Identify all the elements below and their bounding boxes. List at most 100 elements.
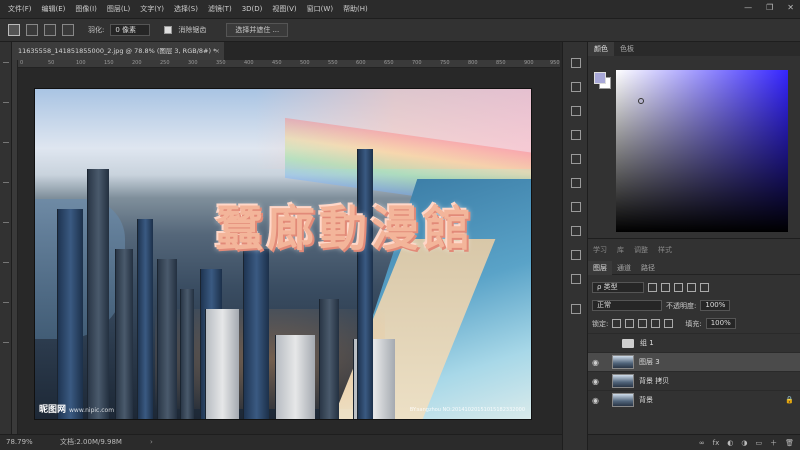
- menu-3d[interactable]: 3D(D): [242, 5, 263, 13]
- zoom-level[interactable]: 78.79%: [6, 438, 33, 446]
- tool-icon[interactable]: [3, 302, 9, 303]
- menu-view[interactable]: 视图(V): [272, 4, 296, 14]
- character-panel-icon[interactable]: [571, 58, 581, 68]
- lock-artboard-icon[interactable]: [651, 319, 661, 328]
- tab-adjustments[interactable]: 调整: [629, 245, 653, 255]
- ruler-label: 700: [412, 60, 422, 66]
- menu-image[interactable]: 图像(I): [75, 4, 97, 14]
- lock-image-icon[interactable]: [625, 319, 635, 328]
- tool-icon[interactable]: [3, 222, 9, 223]
- art-text-layer[interactable]: 蠶廊動漫館: [215, 189, 475, 259]
- tab-libraries[interactable]: 库: [612, 245, 629, 255]
- add-mask-icon[interactable]: ◐: [727, 439, 733, 447]
- canvas-area[interactable]: 蠶廊動漫館 昵图网 www.nipic.com BY:sangzhou NO:20…: [18, 68, 560, 434]
- layers-panel-footer: ∞ fx ◐ ◑ ▭ ＋ 🗑: [588, 434, 800, 450]
- layer-comps-icon[interactable]: [571, 250, 581, 260]
- menu-type[interactable]: 文字(Y): [140, 4, 164, 14]
- tool-icon[interactable]: [3, 182, 9, 183]
- status-menu-icon[interactable]: ›: [150, 435, 153, 450]
- ruler-label: 550: [328, 60, 338, 66]
- tab-styles[interactable]: 样式: [653, 245, 677, 255]
- building: [243, 249, 269, 419]
- kind-filter-select[interactable]: ρ 类型: [592, 282, 644, 293]
- building: [275, 335, 315, 419]
- building: [137, 219, 153, 419]
- play-action-icon[interactable]: [571, 304, 581, 314]
- properties-panel-icon[interactable]: [571, 106, 581, 116]
- color-picker-cursor[interactable]: [638, 98, 644, 104]
- swatches-panel-icon[interactable]: [571, 178, 581, 188]
- layer-row-background[interactable]: ◉ 背景 🔒: [588, 390, 800, 409]
- tool-icon[interactable]: [3, 102, 9, 103]
- new-selection-icon[interactable]: [8, 24, 20, 36]
- filter-type-icon[interactable]: [674, 283, 683, 292]
- menu-select[interactable]: 选择(S): [174, 4, 198, 14]
- new-group-icon[interactable]: ▭: [755, 439, 762, 447]
- lock-all-icon[interactable]: [664, 319, 674, 328]
- history-panel-icon[interactable]: [571, 130, 581, 140]
- antialias-checkbox[interactable]: [164, 26, 173, 34]
- layer-row-selected[interactable]: ◉ 图层 3: [588, 352, 800, 371]
- restore-button[interactable]: ❐: [766, 3, 773, 12]
- subtract-selection-icon[interactable]: [44, 24, 56, 36]
- eye-icon[interactable]: ◉: [592, 358, 604, 367]
- eye-icon[interactable]: ◉: [592, 377, 604, 386]
- filter-shape-icon[interactable]: [687, 283, 696, 292]
- building: [87, 169, 109, 419]
- feather-input[interactable]: 0 像素: [110, 24, 151, 36]
- add-to-selection-icon[interactable]: [26, 24, 38, 36]
- menu-window[interactable]: 窗口(W): [307, 4, 333, 14]
- link-layers-icon[interactable]: ∞: [699, 439, 705, 447]
- tab-paths[interactable]: 路径: [636, 261, 660, 275]
- tool-icon[interactable]: [3, 62, 9, 63]
- layer-name: 背景 拷贝: [639, 377, 670, 385]
- document-image[interactable]: 蠶廊動漫館 昵图网 www.nipic.com BY:sangzhou NO:20…: [34, 88, 532, 420]
- paragraph-panel-icon[interactable]: [571, 82, 581, 92]
- blend-mode-select[interactable]: 正常: [592, 300, 662, 311]
- tab-color[interactable]: 颜色: [588, 42, 614, 56]
- color-panel-tabs: 颜色 色板: [588, 42, 800, 56]
- menu-edit[interactable]: 编辑(E): [42, 4, 66, 14]
- tab-learn[interactable]: 学习: [588, 245, 612, 255]
- color-picker-field[interactable]: [616, 70, 788, 232]
- adjustment-layer-icon[interactable]: ◑: [741, 439, 747, 447]
- menu-layer[interactable]: 图层(L): [107, 4, 130, 14]
- close-tab-icon[interactable]: ×: [215, 42, 220, 60]
- menu-help[interactable]: 帮助(H): [343, 4, 368, 14]
- menu-filter[interactable]: 滤镜(T): [208, 4, 232, 14]
- adjustments-icon[interactable]: [571, 274, 581, 284]
- layers-panel: 学习 库 调整 样式 图层 通道 路径 ρ 类型 正常 不透明度: 100% 锁…: [588, 238, 800, 450]
- layer-row[interactable]: ◉ 背景 拷贝: [588, 371, 800, 390]
- select-and-mask-button[interactable]: 选择并遮住 ...: [226, 23, 289, 37]
- watermark-brand: 昵图网: [39, 405, 67, 415]
- intersect-selection-icon[interactable]: [62, 24, 74, 36]
- close-button[interactable]: ✕: [787, 3, 794, 12]
- minimize-button[interactable]: —: [744, 3, 752, 12]
- filter-pixel-icon[interactable]: [648, 283, 657, 292]
- tool-icon[interactable]: [3, 142, 9, 143]
- tab-swatches[interactable]: 色板: [614, 42, 640, 56]
- tool-presets-icon[interactable]: [571, 226, 581, 236]
- lock-transparent-icon[interactable]: [612, 319, 622, 328]
- layer-row-group[interactable]: 组 1: [588, 333, 800, 352]
- info-panel-icon[interactable]: [571, 202, 581, 212]
- foreground-color-swatch[interactable]: [594, 72, 606, 84]
- document-size: 文档:2.00M/9.98M: [60, 438, 122, 446]
- lock-position-icon[interactable]: [638, 319, 648, 328]
- delete-layer-icon[interactable]: 🗑: [785, 439, 794, 447]
- document-tab[interactable]: 11635558_141851855000_2.jpg @ 78.8% (图层 …: [12, 42, 224, 60]
- filter-smart-object-icon[interactable]: [700, 283, 709, 292]
- layer-style-icon[interactable]: fx: [713, 439, 720, 447]
- tab-channels[interactable]: 通道: [612, 261, 636, 275]
- tab-layers[interactable]: 图层: [588, 260, 612, 275]
- menu-file[interactable]: 文件(F): [8, 4, 32, 14]
- eye-icon[interactable]: ◉: [592, 396, 604, 405]
- opacity-input[interactable]: 100%: [700, 300, 731, 311]
- fill-input[interactable]: 100%: [705, 318, 736, 329]
- brush-panel-icon[interactable]: [571, 154, 581, 164]
- tool-icon[interactable]: [3, 262, 9, 263]
- new-layer-icon[interactable]: ＋: [770, 438, 777, 448]
- filter-adjustment-icon[interactable]: [661, 283, 670, 292]
- folder-icon: [622, 338, 634, 348]
- tool-icon[interactable]: [3, 342, 9, 343]
